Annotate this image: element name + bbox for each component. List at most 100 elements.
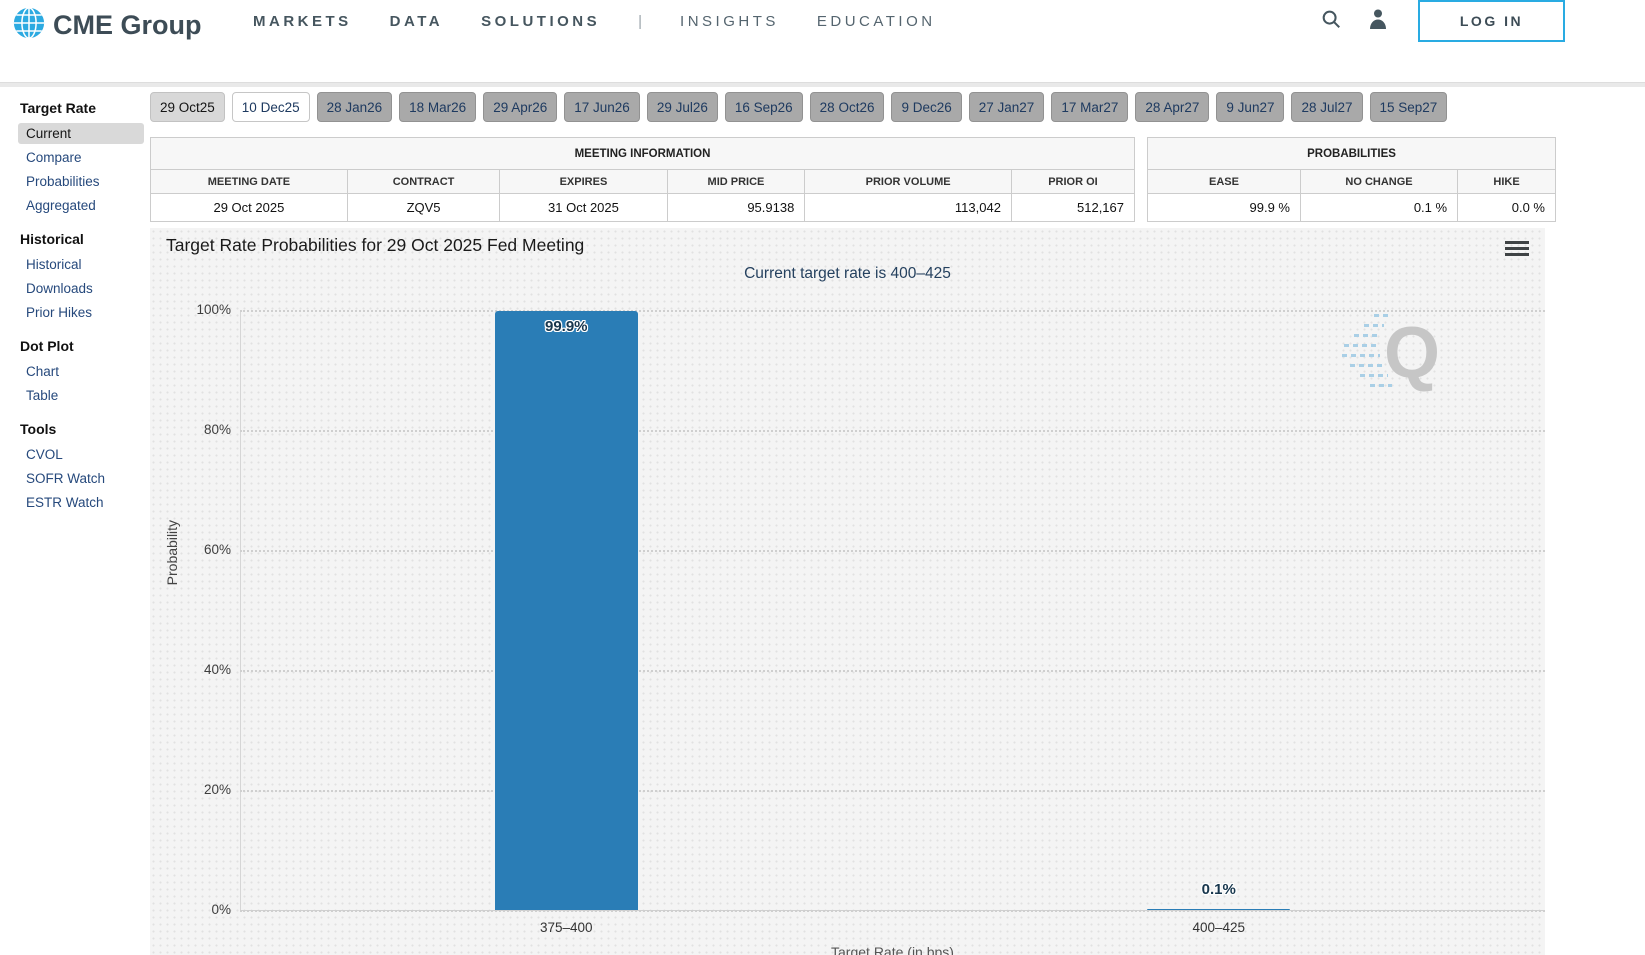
meeting-info-header-expires: EXPIRES (500, 170, 667, 194)
chart-context-menu-icon[interactable] (1505, 241, 1529, 259)
probabilities-value-hike: 0.0 % (1458, 194, 1556, 222)
chart-subtitle: Current target rate is 400–425 (150, 265, 1545, 283)
meeting-info-header-contract: CONTRACT (347, 170, 500, 194)
tab-28-oct26[interactable]: 28 Oct26 (810, 92, 885, 122)
meeting-date-tabs: 29 Oct2510 Dec2528 Jan2618 Mar2629 Apr26… (150, 92, 1556, 122)
meeting-info-header-prior-oi: PRIOR OI (1011, 170, 1134, 194)
tab-28-jul27[interactable]: 28 Jul27 (1291, 92, 1362, 122)
bar-375-400[interactable] (495, 311, 638, 910)
sidebar-item-table[interactable]: Table (18, 385, 144, 406)
tab-15-sep27[interactable]: 15 Sep27 (1370, 92, 1448, 122)
y-tick-label: 20% (204, 782, 231, 797)
y-tick-label: 40% (204, 662, 231, 677)
meeting-info-row: 29 Oct 2025ZQV531 Oct 202595.9138113,042… (151, 194, 1135, 222)
tab-17-mar27[interactable]: 17 Mar27 (1051, 92, 1128, 122)
sidebar-item-historical[interactable]: Historical (18, 254, 144, 275)
nav-item-insights[interactable]: INSIGHTS (680, 13, 779, 30)
fedwatch-page: CME Group MARKETS DATA SOLUTIONS | INSIGHTS E… (0, 0, 1645, 955)
sidebar-item-compare[interactable]: Compare (18, 147, 144, 168)
y-axis-line (240, 310, 241, 910)
meeting-info-header-mid-price: MID PRICE (667, 170, 805, 194)
meeting-info-value-prior-volume: 113,042 (805, 194, 1012, 222)
probabilities-row: 99.9 %0.1 %0.0 % (1148, 194, 1556, 222)
x-tick-label: 375–400 (540, 920, 593, 935)
search-icon[interactable] (1320, 8, 1342, 30)
tab-28-jan26[interactable]: 28 Jan26 (317, 92, 393, 122)
tab-29-oct25[interactable]: 29 Oct25 (150, 92, 225, 122)
tab-18-mar26[interactable]: 18 Mar26 (399, 92, 476, 122)
plot-area: Target Rate (in bps) 0%20%40%60%80%100%9… (240, 310, 1545, 910)
y-tick-label: 60% (204, 542, 231, 557)
chart-title: Target Rate Probabilities for 29 Oct 202… (166, 235, 584, 256)
y-tick-label: 0% (211, 902, 231, 917)
watermark-letter: Q (1384, 320, 1440, 386)
sidebar: Target Rate Current Compare Probabilities Ag… (0, 92, 150, 516)
meeting-info-value-expires: 31 Oct 2025 (500, 194, 667, 222)
gridline-80pct (240, 430, 1545, 432)
tab-27-jan27[interactable]: 27 Jan27 (969, 92, 1045, 122)
meeting-info-header-meeting-date: MEETING DATE (151, 170, 348, 194)
probabilities-value-ease: 99.9 % (1148, 194, 1301, 222)
sidebar-section-dot-plot: Dot Plot (20, 338, 150, 354)
nav-divider: | (638, 13, 642, 30)
user-icon[interactable] (1368, 8, 1388, 30)
nav-item-markets[interactable]: MARKETS (253, 13, 352, 30)
tab-9-dec26[interactable]: 9 Dec26 (891, 92, 961, 122)
quikstrike-watermark: Q (1350, 308, 1440, 398)
tab-10-dec25[interactable]: 10 Dec25 (232, 92, 310, 122)
sidebar-section-historical: Historical (20, 231, 150, 247)
x-axis-title: Target Rate (in bps) (240, 944, 1545, 955)
gridline-20pct (240, 790, 1545, 792)
sidebar-item-current[interactable]: Current (18, 123, 144, 144)
tab-29-jul26[interactable]: 29 Jul26 (647, 92, 718, 122)
nav-item-solutions[interactable]: SOLUTIONS (481, 13, 600, 30)
tab-16-sep26[interactable]: 16 Sep26 (725, 92, 803, 122)
summary-tables: MEETING INFORMATIONMEETING DATECONTRACTE… (150, 137, 1556, 222)
probabilities-header-hike: HIKE (1458, 170, 1556, 194)
sidebar-item-estr-watch[interactable]: ESTR Watch (18, 492, 144, 513)
probabilities-header-ease: EASE (1148, 170, 1301, 194)
meeting-info-value-meeting-date: 29 Oct 2025 (151, 194, 348, 222)
logo-text: CME Group (53, 10, 202, 41)
cme-group-logo[interactable]: CME Group (12, 6, 202, 45)
meeting-info-title: MEETING INFORMATION (151, 138, 1135, 170)
nav-item-data[interactable]: DATA (390, 13, 443, 30)
y-tick-label: 80% (204, 422, 231, 437)
top-nav: MARKETS DATA SOLUTIONS | INSIGHTS EDUCATION (253, 0, 936, 42)
login-button[interactable]: LOG IN (1418, 0, 1565, 42)
sidebar-item-prior-hikes[interactable]: Prior Hikes (18, 302, 144, 323)
bar-value-label: 99.9% (545, 318, 588, 335)
sidebar-item-aggregated[interactable]: Aggregated (18, 195, 144, 216)
sidebar-item-sofr-watch[interactable]: SOFR Watch (18, 468, 144, 489)
sidebar-section-target-rate: Target Rate (20, 100, 150, 116)
meeting-info-value-prior-oi: 512,167 (1011, 194, 1134, 222)
meeting-info-header-prior-volume: PRIOR VOLUME (805, 170, 1012, 194)
main-content: 29 Oct2510 Dec2528 Jan2618 Mar2629 Apr26… (150, 92, 1556, 955)
meeting-info-value-contract: ZQV5 (347, 194, 500, 222)
bar-400-425[interactable] (1147, 909, 1290, 910)
gridline-0pct (240, 910, 1545, 912)
top-header: CME Group MARKETS DATA SOLUTIONS | INSIGHTS E… (0, 0, 1645, 72)
sidebar-item-chart[interactable]: Chart (18, 361, 144, 382)
meeting-info-value-mid-price: 95.9138 (667, 194, 805, 222)
tab-28-apr27[interactable]: 28 Apr27 (1135, 92, 1209, 122)
globe-icon (12, 6, 46, 45)
x-tick-label: 400–425 (1192, 920, 1245, 935)
gridline-40pct (240, 670, 1545, 672)
y-axis-title: Probability (164, 520, 180, 585)
probabilities-title: PROBABILITIES (1148, 138, 1556, 170)
probabilities-table: PROBABILITIESEASENO CHANGEHIKE99.9 %0.1 … (1147, 137, 1556, 222)
tab-9-jun27[interactable]: 9 Jun27 (1216, 92, 1284, 122)
bar-value-label: 0.1% (1202, 881, 1236, 898)
tab-17-jun26[interactable]: 17 Jun26 (564, 92, 640, 122)
nav-item-education[interactable]: EDUCATION (817, 13, 936, 30)
meeting-information-table: MEETING INFORMATIONMEETING DATECONTRACTE… (150, 137, 1135, 222)
sidebar-section-tools: Tools (20, 421, 150, 437)
header-divider (0, 82, 1645, 87)
sidebar-item-probabilities[interactable]: Probabilities (18, 171, 144, 192)
probabilities-value-no-change: 0.1 % (1301, 194, 1458, 222)
sidebar-item-cvol[interactable]: CVOL (18, 444, 144, 465)
probability-chart-panel: Target Rate Probabilities for 29 Oct 202… (150, 228, 1545, 955)
tab-29-apr26[interactable]: 29 Apr26 (483, 92, 557, 122)
sidebar-item-downloads[interactable]: Downloads (18, 278, 144, 299)
